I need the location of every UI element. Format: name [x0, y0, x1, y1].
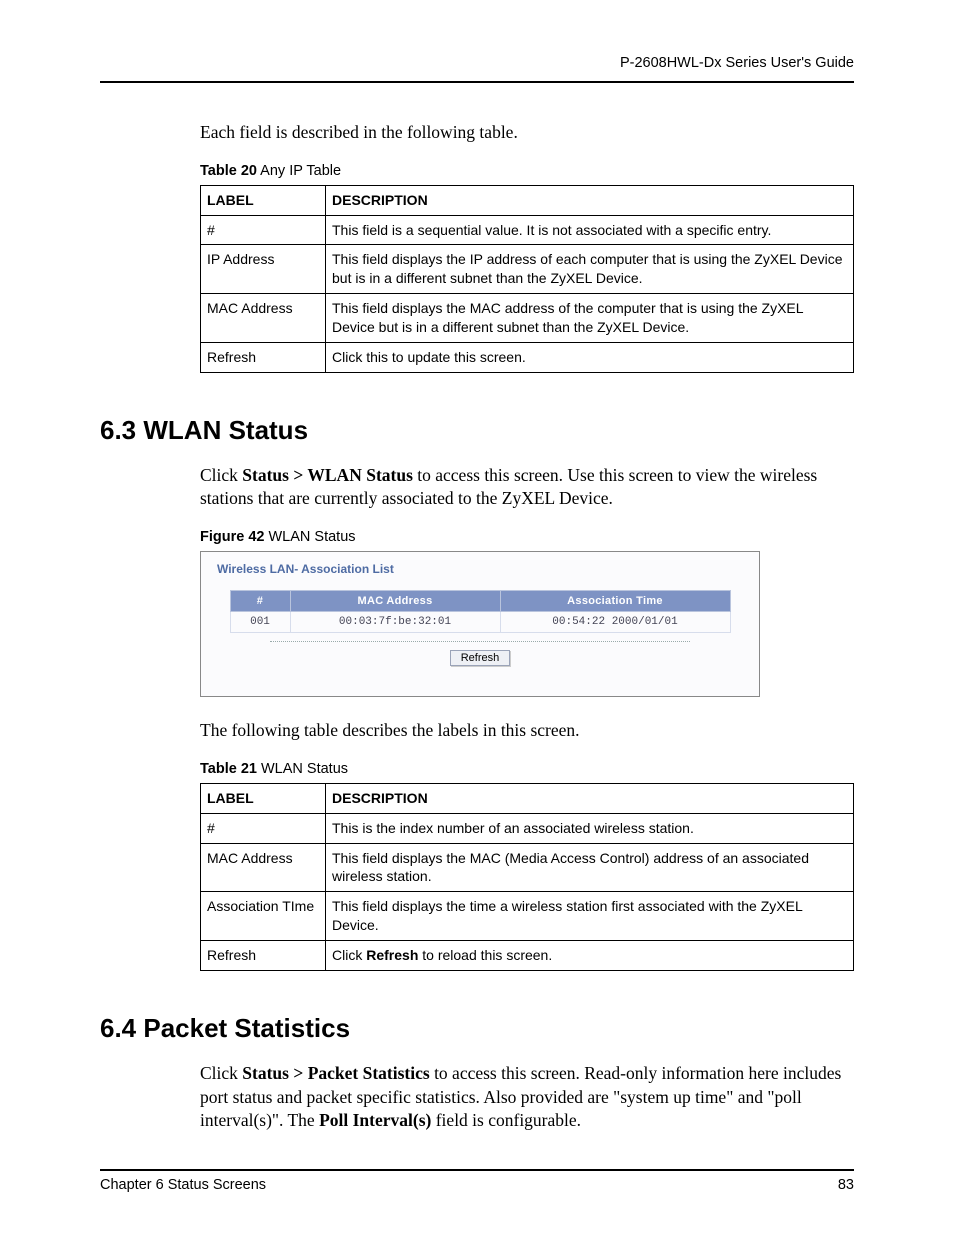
assoc-cell-time: 00:54:22 2000/01/01 — [500, 612, 730, 633]
table-row: IP Address This field displays the IP ad… — [201, 245, 854, 294]
cell-label: Refresh — [201, 941, 326, 971]
cell-label: # — [201, 813, 326, 843]
table20-h-label: LABEL — [201, 185, 326, 215]
figure42-panel-title: Wireless LAN- Association List — [201, 552, 759, 590]
cell-label: MAC Address — [201, 294, 326, 343]
table20-caption-num: Table 20 — [200, 163, 257, 179]
assoc-h-num: # — [230, 591, 290, 612]
assoc-cell-mac: 00:03:7f:be:32:01 — [290, 612, 500, 633]
table21: LABEL DESCRIPTION # This is the index nu… — [200, 783, 854, 971]
footer-page-number: 83 — [838, 1177, 854, 1193]
table21-h-desc: DESCRIPTION — [326, 783, 854, 813]
figure42-panel: Wireless LAN- Association List # MAC Add… — [200, 551, 760, 697]
figure42-caption-title: WLAN Status — [264, 529, 355, 545]
cell-label: Association TIme — [201, 892, 326, 941]
table-row: Association TIme This field displays the… — [201, 892, 854, 941]
table20-caption-title: Any IP Table — [257, 163, 341, 179]
refresh-button[interactable]: Refresh — [450, 650, 511, 666]
figure42-caption-num: Figure 42 — [200, 529, 264, 545]
cell-desc: This field is a sequential value. It is … — [326, 215, 854, 245]
table21-caption-num: Table 21 — [200, 761, 257, 777]
figure42-caption: Figure 42 WLAN Status — [200, 529, 854, 545]
cell-desc: Click this to update this screen. — [326, 342, 854, 372]
section-6-3-para: Click Status > WLAN Status to access thi… — [200, 464, 854, 511]
cell-desc: This field displays the IP address of ea… — [326, 245, 854, 294]
table-row: MAC Address This field displays the MAC … — [201, 294, 854, 343]
section-6-4-heading: 6.4 Packet Statistics — [100, 1013, 854, 1044]
table-row: # This is the index number of an associa… — [201, 813, 854, 843]
p64-a: Click — [200, 1063, 242, 1083]
assoc-h-time: Association Time — [500, 591, 730, 612]
cell-desc: This field displays the MAC address of t… — [326, 294, 854, 343]
assoc-cell-num: 001 — [230, 612, 290, 633]
assoc-table: # MAC Address Association Time 001 00:03… — [230, 590, 731, 633]
running-head: P-2608HWL-Dx Series User's Guide — [100, 55, 854, 81]
cell-label: IP Address — [201, 245, 326, 294]
table21-h-label: LABEL — [201, 783, 326, 813]
t21r3-b: Refresh — [366, 947, 418, 963]
p64-b: Status > Packet Statistics — [242, 1063, 429, 1083]
assoc-row: 001 00:03:7f:be:32:01 00:54:22 2000/01/0… — [230, 612, 730, 633]
cell-label: Refresh — [201, 342, 326, 372]
p64-d: Poll Interval(s) — [319, 1110, 431, 1130]
p63-b: Status > WLAN Status — [242, 465, 413, 485]
dotted-separator — [270, 641, 690, 642]
p63-a: Click — [200, 465, 242, 485]
cell-desc: Click Refresh to reload this screen. — [326, 941, 854, 971]
cell-label: MAC Address — [201, 843, 326, 892]
after-fig-text: The following table describes the labels… — [200, 719, 854, 743]
table-row: # This field is a sequential value. It i… — [201, 215, 854, 245]
table21-caption-title: WLAN Status — [257, 761, 348, 777]
cell-label: # — [201, 215, 326, 245]
section-6-4-para: Click Status > Packet Statistics to acce… — [200, 1062, 854, 1133]
table20-h-desc: DESCRIPTION — [326, 185, 854, 215]
table-row: Refresh Click this to update this screen… — [201, 342, 854, 372]
table-row: MAC Address This field displays the MAC … — [201, 843, 854, 892]
intro-text: Each field is described in the following… — [200, 121, 854, 145]
header-rule — [100, 81, 854, 83]
cell-desc: This field displays the MAC (Media Acces… — [326, 843, 854, 892]
table20-caption: Table 20 Any IP Table — [200, 163, 854, 179]
cell-desc: This is the index number of an associate… — [326, 813, 854, 843]
t21r3-a: Click — [332, 947, 366, 963]
table20: LABEL DESCRIPTION # This field is a sequ… — [200, 185, 854, 373]
t21r3-c: to reload this screen. — [418, 947, 552, 963]
footer-chapter: Chapter 6 Status Screens — [100, 1177, 266, 1193]
assoc-h-mac: MAC Address — [290, 591, 500, 612]
section-6-3-heading: 6.3 WLAN Status — [100, 415, 854, 446]
table-row: Refresh Click Refresh to reload this scr… — [201, 941, 854, 971]
cell-desc: This field displays the time a wireless … — [326, 892, 854, 941]
table21-caption: Table 21 WLAN Status — [200, 761, 854, 777]
p64-e: field is configurable. — [431, 1110, 581, 1130]
